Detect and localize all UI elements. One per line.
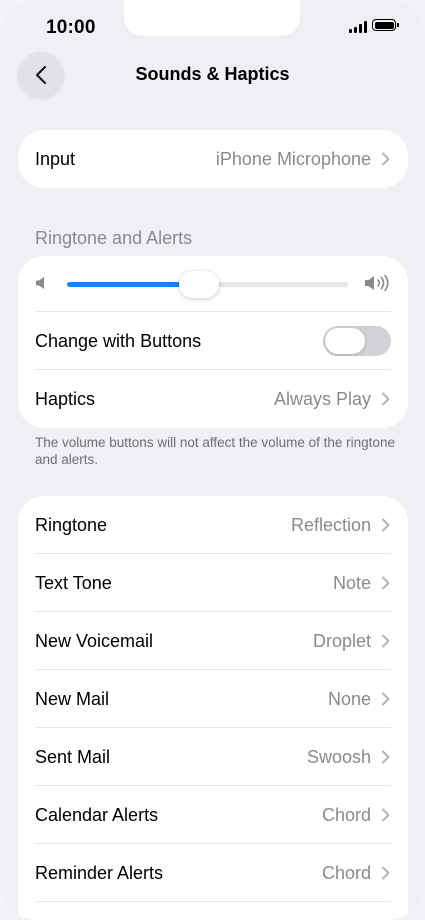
signal-bars-icon	[349, 21, 367, 33]
speaker-low-icon	[36, 277, 44, 289]
toggle-knob	[325, 328, 365, 354]
sound-row-label: Text Tone	[35, 572, 112, 593]
sound-row-value: Reflection	[290, 514, 371, 535]
sound-row-label: Sent Mail	[35, 746, 111, 767]
dynamic-island-notch	[124, 0, 300, 36]
chevron-right-icon	[381, 866, 391, 880]
sound-row-value: Chord	[321, 804, 371, 825]
sound-row-text-tone[interactable]: Text Tone Note	[18, 554, 408, 612]
sound-row-value: Chord	[321, 862, 371, 883]
change-with-buttons-label: Change with Buttons	[35, 330, 202, 351]
volume-slider-thumb[interactable]	[179, 271, 220, 298]
sound-row-new-voicemail[interactable]: New Voicemail Droplet	[18, 612, 408, 670]
haptics-value: Always Play	[273, 388, 371, 409]
haptics-row[interactable]: Haptics Always Play	[18, 370, 408, 428]
sound-row-ringtone[interactable]: Ringtone Reflection	[18, 496, 408, 554]
sound-row-value: None	[327, 688, 371, 709]
speaker-high-icon	[365, 274, 389, 292]
page-title: Sounds & Haptics	[135, 64, 290, 84]
chevron-right-icon	[381, 152, 391, 166]
sound-row-label: Ringtone	[35, 514, 108, 535]
ringtone-alerts-group: Change with Buttons Haptics Always Play	[18, 256, 408, 428]
sound-row-label: Calendar Alerts	[35, 804, 159, 825]
haptics-label: Haptics	[35, 388, 96, 409]
change-with-buttons-toggle[interactable]	[323, 326, 391, 356]
chevron-right-icon	[381, 392, 391, 406]
input-label: Input	[35, 148, 76, 169]
sound-row-calendar-alerts[interactable]: Calendar Alerts Chord	[18, 786, 408, 844]
input-row[interactable]: Input iPhone Microphone	[18, 130, 408, 188]
sound-row-sent-mail[interactable]: Sent Mail Swoosh	[18, 728, 408, 786]
volume-slider-row	[18, 256, 408, 312]
sound-row-label: New Voicemail	[35, 630, 154, 651]
sound-row-reminder-alerts[interactable]: Reminder Alerts Chord	[18, 844, 408, 902]
sound-row-value: Note	[332, 572, 371, 593]
section-header-ringtone-alerts: Ringtone and Alerts	[35, 228, 193, 248]
chevron-right-icon	[381, 576, 391, 590]
battery-icon	[372, 19, 399, 31]
status-time: 10:00	[46, 17, 96, 38]
input-group: Input iPhone Microphone	[18, 130, 408, 188]
input-value: iPhone Microphone	[215, 148, 371, 169]
chevron-right-icon	[381, 750, 391, 764]
chevron-right-icon	[381, 518, 391, 532]
chevron-right-icon	[381, 634, 391, 648]
sound-row-label: Reminder Alerts	[35, 862, 164, 883]
row-divider	[35, 901, 391, 902]
chevron-right-icon	[381, 692, 391, 706]
status-bar: 10:00	[0, 0, 425, 54]
sounds-group: Ringtone Reflection Text Tone Note New Voice…	[18, 496, 408, 920]
sound-row-value: Swoosh	[306, 746, 371, 767]
volume-footnote: The volume buttons will not affect the v…	[35, 435, 395, 467]
change-with-buttons-row: Change with Buttons	[18, 312, 408, 370]
sounds-haptics-screen: 10:00 Sounds & Haptics Input iPhone Micr…	[0, 0, 425, 920]
sound-row-label: New Mail	[35, 688, 110, 709]
sound-row-value: Droplet	[312, 630, 371, 651]
sound-row-new-mail[interactable]: New Mail None	[18, 670, 408, 728]
chevron-right-icon	[381, 808, 391, 822]
volume-slider[interactable]	[67, 271, 348, 298]
